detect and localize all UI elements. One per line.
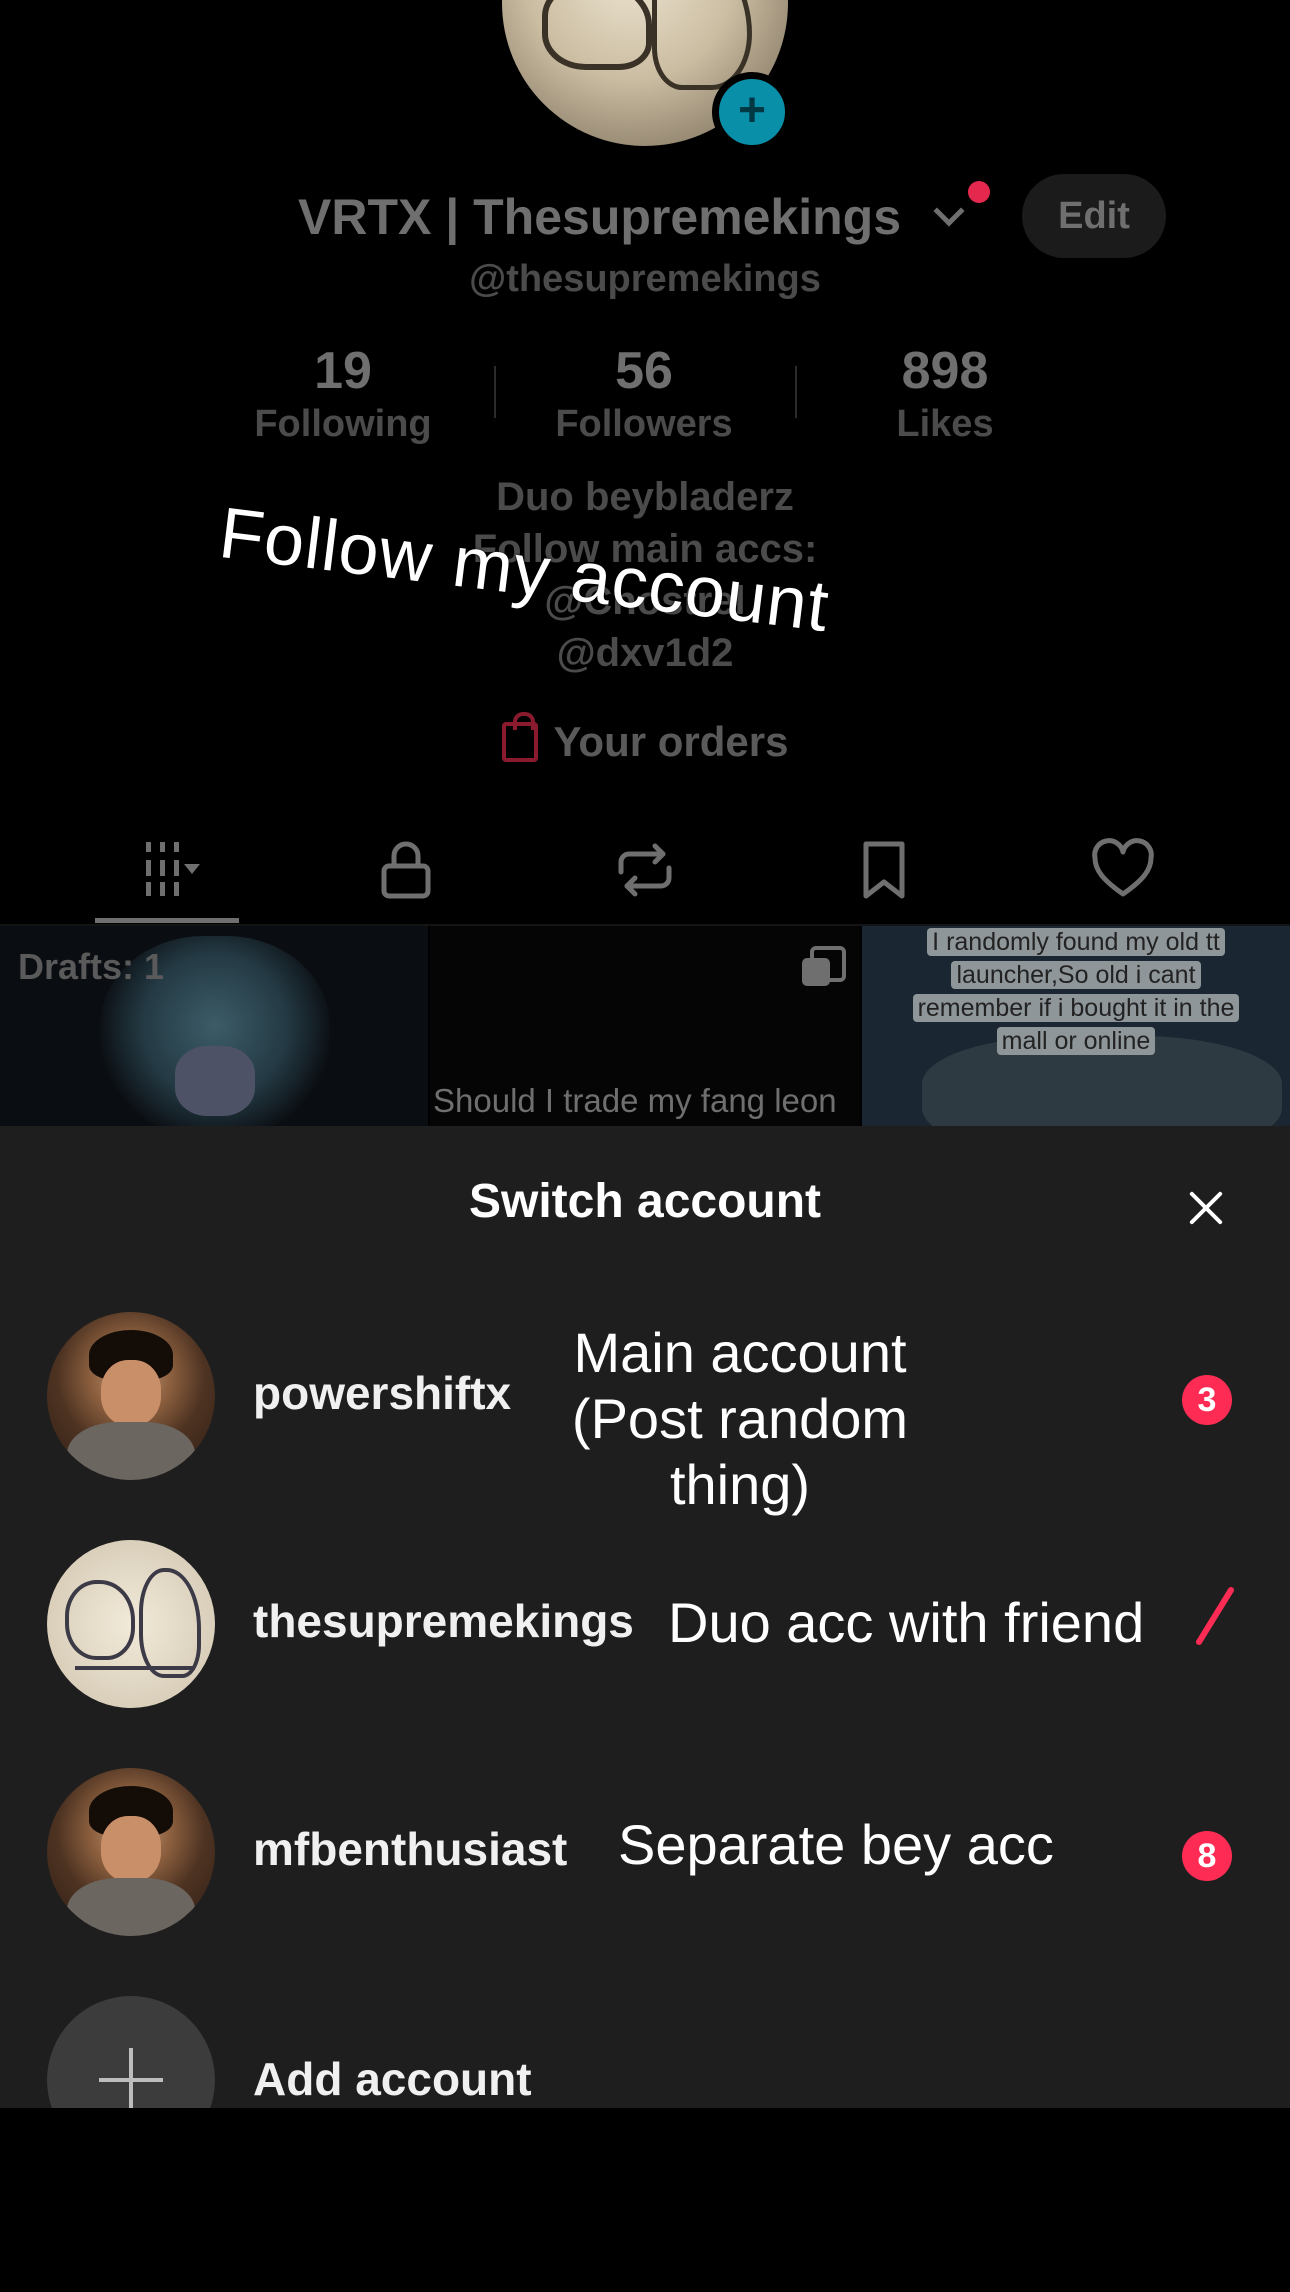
video-tile[interactable]: I randomly found my old tt launcher,So o… [862, 926, 1290, 1126]
video-caption: Should I trade my fang leon [433, 1082, 837, 1119]
account-note: Duo acc with friend [668, 1591, 1145, 1654]
active-tab-indicator [95, 918, 239, 923]
multi-photo-icon [802, 946, 846, 986]
bio-line[interactable]: @dxv1d2 [0, 628, 1290, 678]
orders-label: Your orders [553, 718, 789, 765]
stat-divider [795, 366, 797, 418]
edit-profile-button[interactable]: Edit [1022, 174, 1166, 258]
note-line: Main account [573, 1321, 907, 1384]
selected-check-icon [1196, 1587, 1234, 1645]
sheet-title: Switch account [468, 1175, 822, 1228]
account-row-powershiftx[interactable]: powershiftx Main account (Post random th… [0, 1312, 1290, 1516]
account-username: thesupremekings [253, 1595, 634, 1647]
caption-line: launcher,So old i cant [951, 961, 1201, 989]
add-account-plus-icon [47, 1996, 215, 2108]
video-tile[interactable]: Should I trade my fang leon [430, 926, 860, 1126]
shopping-bag-icon [501, 712, 538, 762]
note-line: thing) [669, 1453, 811, 1516]
add-account-row[interactable]: Add account [0, 1996, 1290, 2108]
switch-account-sheet: Switch account powershiftx Main account … [0, 1126, 1290, 2108]
repost-icon[interactable] [585, 820, 705, 920]
notification-count-badge: 8 [1182, 1831, 1232, 1881]
drafts-tile[interactable]: Drafts: 1 [0, 926, 428, 1126]
account-switch-chevron-icon[interactable] [933, 195, 965, 227]
profile-tabs [0, 820, 1290, 924]
account-username: powershiftx [253, 1367, 512, 1419]
caption-line: mall or online [996, 1027, 1156, 1055]
bio-line: Duo beybladerz [496, 475, 794, 519]
following-label: Following [254, 403, 432, 445]
avatar [47, 1540, 215, 1708]
profile-display-name[interactable]: VRTX | Thesupremekings [298, 188, 901, 246]
followers-stat[interactable]: 56 Followers [514, 340, 774, 446]
heart-icon[interactable] [1063, 820, 1183, 920]
caption-line: I randomly found my old tt [927, 928, 1225, 956]
add-account-label: Add account [253, 2053, 532, 2105]
add-story-plus-icon[interactable]: + [712, 72, 792, 152]
your-orders-link[interactable]: Your orders [0, 712, 1290, 766]
likes-count: 898 [901, 342, 989, 400]
followers-label: Followers [555, 403, 733, 445]
account-note: Separate bey acc [618, 1813, 1054, 1876]
avatar-sketch-detail [542, 0, 652, 70]
note-line: (Post random [571, 1387, 909, 1450]
profile-screen: + VRTX | Thesupremekings Edit @thesuprem… [0, 0, 1290, 1126]
profile-handle: @thesupremekings [469, 258, 821, 300]
videos-grid-icon[interactable] [110, 820, 230, 920]
account-username: mfbenthusiast [253, 1823, 568, 1875]
following-count: 19 [314, 342, 372, 400]
notification-dot [968, 181, 990, 203]
bookmark-icon[interactable] [824, 820, 944, 920]
likes-label: Likes [896, 403, 994, 445]
caption-line: remember if i bought it in the [912, 994, 1240, 1022]
drafts-label: Drafts: 1 [18, 946, 165, 987]
notification-count-badge: 3 [1182, 1375, 1232, 1425]
account-row-mfbenthusiast[interactable]: mfbenthusiast Separate bey acc 8 [0, 1768, 1290, 1968]
lock-icon[interactable] [346, 820, 466, 920]
account-row-thesupremekings[interactable]: thesupremekings Duo acc with friend [0, 1540, 1290, 1740]
video-grid: Drafts: 1 Should I trade my fang leon I … [0, 926, 1290, 1126]
account-note: Main account (Post random thing) [560, 1320, 920, 1518]
following-stat[interactable]: 19 Following [213, 340, 473, 446]
stat-divider [494, 366, 496, 418]
likes-stat[interactable]: 898 Likes [815, 340, 1075, 446]
avatar [47, 1312, 215, 1480]
drafts-thumbnail-face [175, 1046, 255, 1116]
close-icon[interactable] [1178, 1180, 1234, 1236]
avatar [47, 1768, 215, 1936]
video-caption: I randomly found my old tt launcher,So o… [886, 926, 1266, 1058]
followers-count: 56 [615, 342, 673, 400]
